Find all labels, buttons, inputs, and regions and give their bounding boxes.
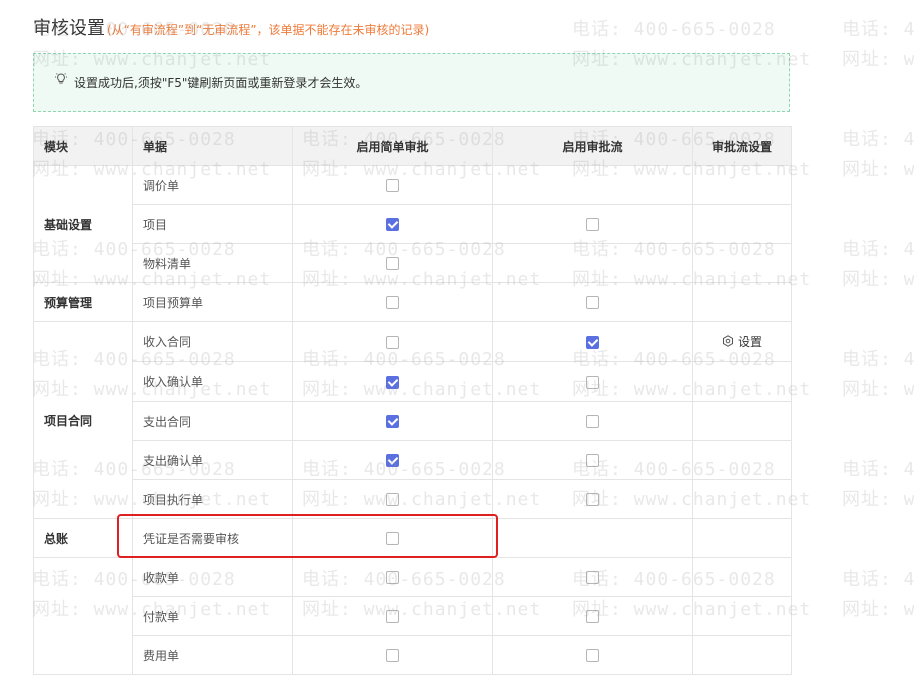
doc-cell: 项目执行单 bbox=[132, 479, 293, 519]
notice-text: 设置成功后,须按"F5"键刷新页面或重新登录才会生效。 bbox=[74, 76, 368, 90]
col-header-module: 模块 bbox=[33, 126, 133, 166]
doc-cell: 支出确认单 bbox=[132, 440, 293, 480]
doc-cell: 费用单 bbox=[132, 635, 293, 675]
approval-flow-checkbox[interactable] bbox=[586, 296, 599, 309]
approval-flow-checkbox[interactable] bbox=[586, 649, 599, 662]
simple-approval-checkbox[interactable] bbox=[386, 257, 399, 270]
page-header: 审核设置 (从“有审流程”到“无审流程”，该单据不能存在未审核的记录) bbox=[33, 14, 429, 40]
table-row: 支出合同 bbox=[34, 401, 792, 441]
watermark-site: 网址: www.chanjet.net bbox=[842, 379, 914, 400]
simple-approval-checkbox[interactable] bbox=[386, 649, 399, 662]
approval-flow-checkbox[interactable] bbox=[586, 335, 599, 349]
table-row: 基础设置 调价单 bbox=[33, 165, 792, 283]
watermark-phone: 电话: 400-665-0028 bbox=[572, 19, 776, 40]
doc-cell: 收入合同 bbox=[132, 321, 293, 362]
simple-approval-checkbox[interactable] bbox=[386, 571, 399, 584]
approval-flow-checkbox[interactable] bbox=[586, 415, 599, 428]
table-row: 费用单 bbox=[34, 635, 792, 675]
page-subtitle-warning: (从“有审流程”到“无审流程”，该单据不能存在未审核的记录) bbox=[107, 23, 430, 37]
page-title: 审核设置 bbox=[33, 18, 105, 39]
doc-cell: 物料清单 bbox=[132, 243, 293, 283]
approval-flow-checkbox[interactable] bbox=[586, 571, 599, 584]
table-row: 物料清单 bbox=[34, 243, 792, 283]
watermark-phone: 电话: 400-665-0028 bbox=[842, 349, 914, 370]
table-row: 项目执行单 bbox=[34, 479, 792, 519]
highlight-box bbox=[117, 514, 498, 558]
simple-approval-checkbox[interactable] bbox=[386, 179, 399, 192]
watermark-phone: 电话: 400-665-0028 bbox=[842, 129, 914, 150]
doc-cell: 付款单 bbox=[132, 596, 293, 636]
flow-setting-link[interactable]: 设置 bbox=[722, 333, 762, 350]
simple-approval-checkbox[interactable] bbox=[386, 296, 399, 309]
flow-setting-label: 设置 bbox=[737, 334, 762, 349]
table-row: 预算管理 项目预算单 bbox=[33, 282, 792, 322]
table-row: 收款单 bbox=[33, 557, 792, 675]
table-row: 收入确认单 bbox=[34, 361, 792, 402]
doc-cell: 收款单 bbox=[132, 557, 293, 597]
module-cell: 项目合同 bbox=[33, 321, 133, 519]
doc-cell: 支出合同 bbox=[132, 401, 293, 441]
watermark-site: 网址: www.chanjet.net bbox=[842, 159, 914, 180]
approval-flow-checkbox[interactable] bbox=[586, 454, 599, 467]
simple-approval-checkbox[interactable] bbox=[386, 375, 399, 389]
approval-flow-checkbox[interactable] bbox=[586, 375, 599, 389]
module-cell: 基础设置 bbox=[33, 165, 133, 283]
table-row: 支出确认单 bbox=[34, 440, 792, 480]
module-cell: 预算管理 bbox=[33, 282, 133, 322]
table-row: 项目 bbox=[34, 204, 792, 244]
watermark-site: 网址: www.chanjet.net bbox=[842, 599, 914, 620]
col-header-simple-approval: 启用简单审批 bbox=[292, 126, 493, 166]
doc-cell: 项目预算单 bbox=[132, 282, 293, 322]
watermark-phone: 电话: 400-665-0028 bbox=[842, 569, 914, 590]
approval-flow-checkbox[interactable] bbox=[586, 218, 599, 231]
watermark-site: 网址: www.chanjet.net bbox=[842, 269, 914, 290]
notice-banner: 设置成功后,须按"F5"键刷新页面或重新登录才会生效。 bbox=[33, 53, 790, 112]
lightbulb-icon bbox=[55, 72, 67, 83]
approval-flow-checkbox[interactable] bbox=[586, 493, 599, 506]
watermark-site: 网址: www.chanjet.net bbox=[842, 489, 914, 510]
col-header-flow-setting: 审批流设置 bbox=[692, 126, 792, 166]
col-header-approval-flow: 启用审批流 bbox=[492, 126, 693, 166]
doc-cell: 收入确认单 bbox=[132, 361, 293, 402]
simple-approval-checkbox[interactable] bbox=[386, 415, 399, 428]
table-row: 项目合同 收入合同 设置 bbox=[33, 321, 792, 519]
doc-cell: 项目 bbox=[132, 204, 293, 244]
simple-approval-checkbox[interactable] bbox=[386, 335, 399, 349]
watermark-phone: 电话: 400-665-0028 bbox=[842, 459, 914, 480]
simple-approval-checkbox[interactable] bbox=[386, 454, 399, 467]
watermark-phone: 电话: 400-665-0028 bbox=[842, 239, 914, 260]
table-row: 付款单 bbox=[34, 596, 792, 636]
gear-icon bbox=[722, 335, 733, 348]
approval-settings-table: 模块 单据 启用简单审批 启用审批流 审批流设置 基础设置 调价单 项目 物料清… bbox=[33, 126, 792, 675]
simple-approval-checkbox[interactable] bbox=[386, 610, 399, 623]
doc-cell: 调价单 bbox=[132, 165, 293, 205]
simple-approval-checkbox[interactable] bbox=[386, 493, 399, 506]
table-header-row: 模块 单据 启用简单审批 启用审批流 审批流设置 bbox=[33, 126, 792, 166]
approval-flow-checkbox[interactable] bbox=[586, 610, 599, 623]
watermark-site: 网址: www.chanjet.net bbox=[842, 49, 914, 70]
watermark-phone: 电话: 400-665-0028 bbox=[842, 19, 914, 40]
col-header-doc: 单据 bbox=[132, 126, 293, 166]
simple-approval-checkbox[interactable] bbox=[386, 218, 399, 231]
